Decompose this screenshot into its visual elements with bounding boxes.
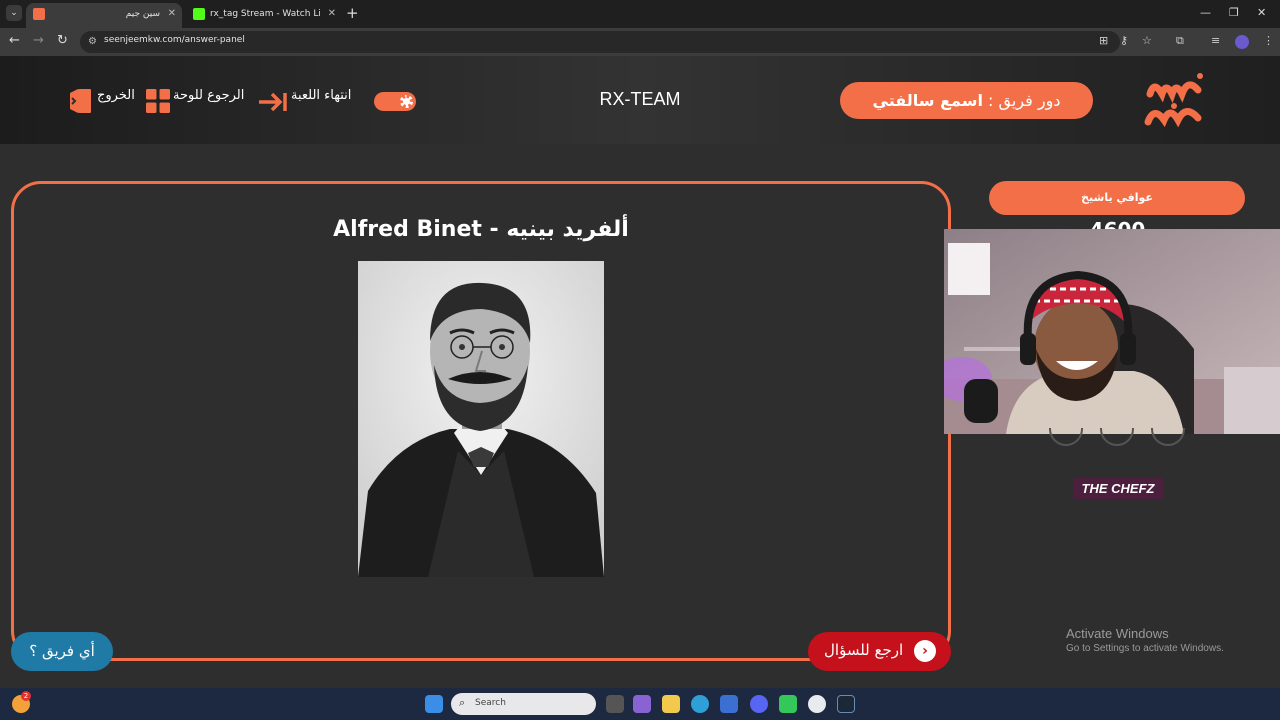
toggle-knob xyxy=(400,95,413,108)
activation-title: Activate Windows xyxy=(1066,626,1169,641)
tab-seenjeem[interactable]: سين جيم ✕ xyxy=(26,3,182,28)
windows-start-icon[interactable] xyxy=(425,695,443,713)
back-to-board-label[interactable]: الرجوع للوحة xyxy=(173,88,244,103)
address-bar-row: ← → ↻ ⚙ seenjeemkw.com/answer-panel ⊞ ⚷ … xyxy=(0,28,1280,56)
logo-mark xyxy=(1144,73,1203,128)
answer-title: Alfred Binet - ألفريد بينيه xyxy=(333,217,629,242)
password-key-icon[interactable]: ⚷ xyxy=(1120,34,1128,47)
site-info-icon[interactable]: ⚙ xyxy=(88,36,97,47)
board-grid-icon[interactable] xyxy=(146,89,170,113)
bookmark-star-icon[interactable]: ☆ xyxy=(1142,34,1152,47)
tab-kick-stream[interactable]: rx_tag Stream - Watch Live on K ✕ xyxy=(186,3,342,28)
reading-list-icon[interactable]: ≡ xyxy=(1211,34,1220,47)
close-tab-icon[interactable]: ✕ xyxy=(168,3,176,25)
which-team-button[interactable]: أي فريق ؟ xyxy=(11,632,113,671)
search-icon: ⌕ xyxy=(459,696,466,709)
back-to-question-label: ارجع للسؤال xyxy=(824,641,904,659)
copilot-icon[interactable] xyxy=(633,695,651,713)
lifeline-circle-3[interactable] xyxy=(1151,428,1185,446)
restore-icon[interactable]: ❐ xyxy=(1229,6,1239,19)
taskbar-search-box[interactable]: ⌕ Search xyxy=(451,693,596,715)
app-icon[interactable] xyxy=(779,695,797,713)
windows-activation-watermark: Activate Windows Go to Settings to activ… xyxy=(1066,626,1224,654)
seenjeem-favicon xyxy=(33,8,45,20)
portrait-illustration xyxy=(358,261,604,577)
kick-favicon xyxy=(193,8,205,20)
exit-label[interactable]: الخروج xyxy=(97,88,135,103)
tab-title: rx_tag Stream - Watch Live on K xyxy=(210,9,320,19)
turn-team-name: اسمع سالفتي xyxy=(872,91,983,110)
back-arrow-icon[interactable]: ← xyxy=(9,33,20,48)
tab-title: سين جيم xyxy=(125,9,160,19)
browser-tab-bar: ⌄ سين جيم ✕ rx_tag Stream - Watch Live o… xyxy=(0,0,1280,28)
forward-arrow-icon[interactable]: → xyxy=(33,33,44,48)
end-game-toggle[interactable] xyxy=(374,92,416,111)
new-tab-button[interactable]: + xyxy=(346,4,359,22)
url-text: seenjeemkw.com/answer-panel xyxy=(104,35,245,45)
lifeline-circle-2[interactable] xyxy=(1100,428,1134,446)
game-header: دور فريق : اسمع سالفتي RX-TEAM انتهاء ال… xyxy=(0,56,1280,144)
activation-subtitle: Go to Settings to activate Windows. xyxy=(1066,643,1224,654)
windows-taskbar: 2 ⌕ Search xyxy=(0,688,1280,720)
discord-icon[interactable] xyxy=(750,695,768,713)
end-game-label[interactable]: انتهاء اللعبة xyxy=(291,88,351,103)
answer-portrait-image xyxy=(358,261,604,577)
close-tab-icon[interactable]: ✕ xyxy=(328,3,336,25)
turn-prefix: دور فريق : xyxy=(988,91,1061,110)
task-view-icon[interactable] xyxy=(606,695,624,713)
translate-icon[interactable]: ⊞ xyxy=(1099,34,1108,47)
extensions-icon[interactable]: ⧉ xyxy=(1176,34,1184,48)
current-turn-badge: دور فريق : اسمع سالفتي xyxy=(840,82,1093,119)
widgets-weather-icon[interactable]: 2 xyxy=(12,691,31,713)
seenjeem-logo[interactable] xyxy=(1140,66,1216,130)
exit-door-icon[interactable] xyxy=(70,89,92,113)
team-name: RX-TEAM xyxy=(599,89,681,109)
widgets-badge: 2 xyxy=(21,691,31,701)
back-to-question-button[interactable]: ‹ ارجع للسؤال xyxy=(808,632,951,671)
steam-icon[interactable] xyxy=(837,695,855,713)
end-game-arrow-icon[interactable] xyxy=(258,92,288,112)
close-window-icon[interactable]: ✕ xyxy=(1257,6,1266,19)
sponsor-logo: THE CHEFZ xyxy=(1073,478,1163,499)
url-field[interactable]: ⚙ seenjeemkw.com/answer-panel xyxy=(80,31,1120,53)
chevron-left-icon: ‹ xyxy=(914,640,936,662)
webcam-illustration xyxy=(944,229,1280,434)
chrome-icon[interactable] xyxy=(808,695,826,713)
menu-dots-icon[interactable]: ⋮ xyxy=(1263,34,1274,47)
streamer-webcam-overlay xyxy=(944,229,1280,434)
store-icon[interactable] xyxy=(720,695,738,713)
reload-icon[interactable]: ↻ xyxy=(57,33,68,48)
search-label: Search xyxy=(475,698,506,708)
minimize-icon[interactable]: — xyxy=(1200,6,1211,19)
team-score-label: عوافي ياشيخ xyxy=(989,181,1245,215)
edge-icon[interactable] xyxy=(691,695,709,713)
tab-search-button[interactable]: ⌄ xyxy=(6,5,22,21)
lifeline-circle-1[interactable] xyxy=(1049,428,1083,446)
profile-avatar[interactable] xyxy=(1235,35,1249,49)
file-explorer-icon[interactable] xyxy=(662,695,680,713)
